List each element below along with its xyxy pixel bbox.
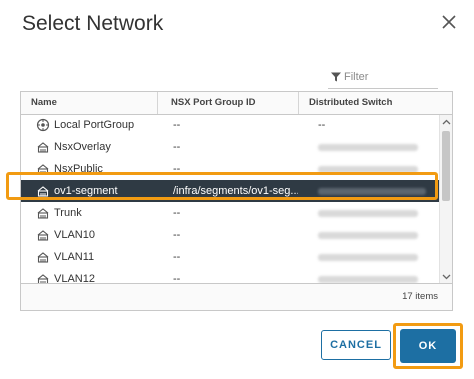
cancel-button[interactable]: CANCEL [321,330,391,360]
scroll-down-icon[interactable] [442,272,451,281]
table-row-selected[interactable]: ov1-segment /infra/segments/ov1-seg... [21,180,439,202]
row-name: ov1-segment [54,185,118,197]
row-nsx-id: -- [173,229,181,241]
column-divider[interactable] [157,92,158,114]
table-header: Name NSX Port Group ID Distributed Switc… [21,92,452,115]
row-name: Local PortGroup [54,119,135,131]
network-icon [37,186,49,197]
column-header-name[interactable]: Name [31,92,57,114]
scrollbar-thumb[interactable] [442,131,450,201]
network-icon [37,252,49,263]
row-name: VLAN11 [54,251,95,263]
table-row[interactable]: Trunk -- [21,202,439,224]
row-nsx-id: -- [173,163,181,175]
vertical-scrollbar[interactable] [439,115,452,284]
network-icon [37,230,49,241]
row-switch-redacted [318,276,418,283]
dialog-title: Select Network [22,12,164,35]
row-name: Trunk [54,207,82,219]
row-name: VLAN10 [54,229,95,241]
filter-input[interactable] [344,69,434,85]
row-switch: -- [318,119,326,131]
row-nsx-id: -- [173,251,181,263]
row-name: NsxOverlay [54,141,111,153]
filter-box[interactable] [328,68,438,89]
table-row[interactable]: NsxPublic -- [21,158,439,180]
network-icon [37,164,49,175]
network-icon [37,142,49,153]
network-table: Name NSX Port Group ID Distributed Switc… [20,91,453,311]
portgroup-icon [36,118,50,132]
row-switch-redacted [318,166,418,173]
column-header-switch[interactable]: Distributed Switch [309,92,392,114]
row-nsx-id: -- [173,207,181,219]
close-icon[interactable] [440,13,458,31]
table-row[interactable]: NsxOverlay -- [21,136,439,158]
ok-button[interactable]: OK [400,329,456,363]
row-nsx-id: -- [173,141,181,153]
column-header-nsx-id[interactable]: NSX Port Group ID [171,92,255,114]
row-switch-redacted [318,188,426,195]
table-row[interactable]: VLAN11 -- [21,246,439,268]
row-nsx-id: /infra/segments/ov1-seg... [173,185,298,197]
table-footer: 17 items [21,283,452,310]
table-row[interactable]: VLAN10 -- [21,224,439,246]
row-nsx-id: -- [173,119,181,131]
row-name: NsxPublic [54,163,103,175]
funnel-icon [331,72,341,82]
row-switch-redacted [318,232,418,239]
column-divider[interactable] [298,92,299,114]
table-row[interactable]: Local PortGroup -- -- [21,114,439,136]
network-icon [37,208,49,219]
row-switch-redacted [318,254,418,261]
item-count: 17 items [402,291,438,302]
row-switch-redacted [318,210,418,217]
row-switch-redacted [318,144,418,151]
scroll-up-icon[interactable] [442,118,451,127]
